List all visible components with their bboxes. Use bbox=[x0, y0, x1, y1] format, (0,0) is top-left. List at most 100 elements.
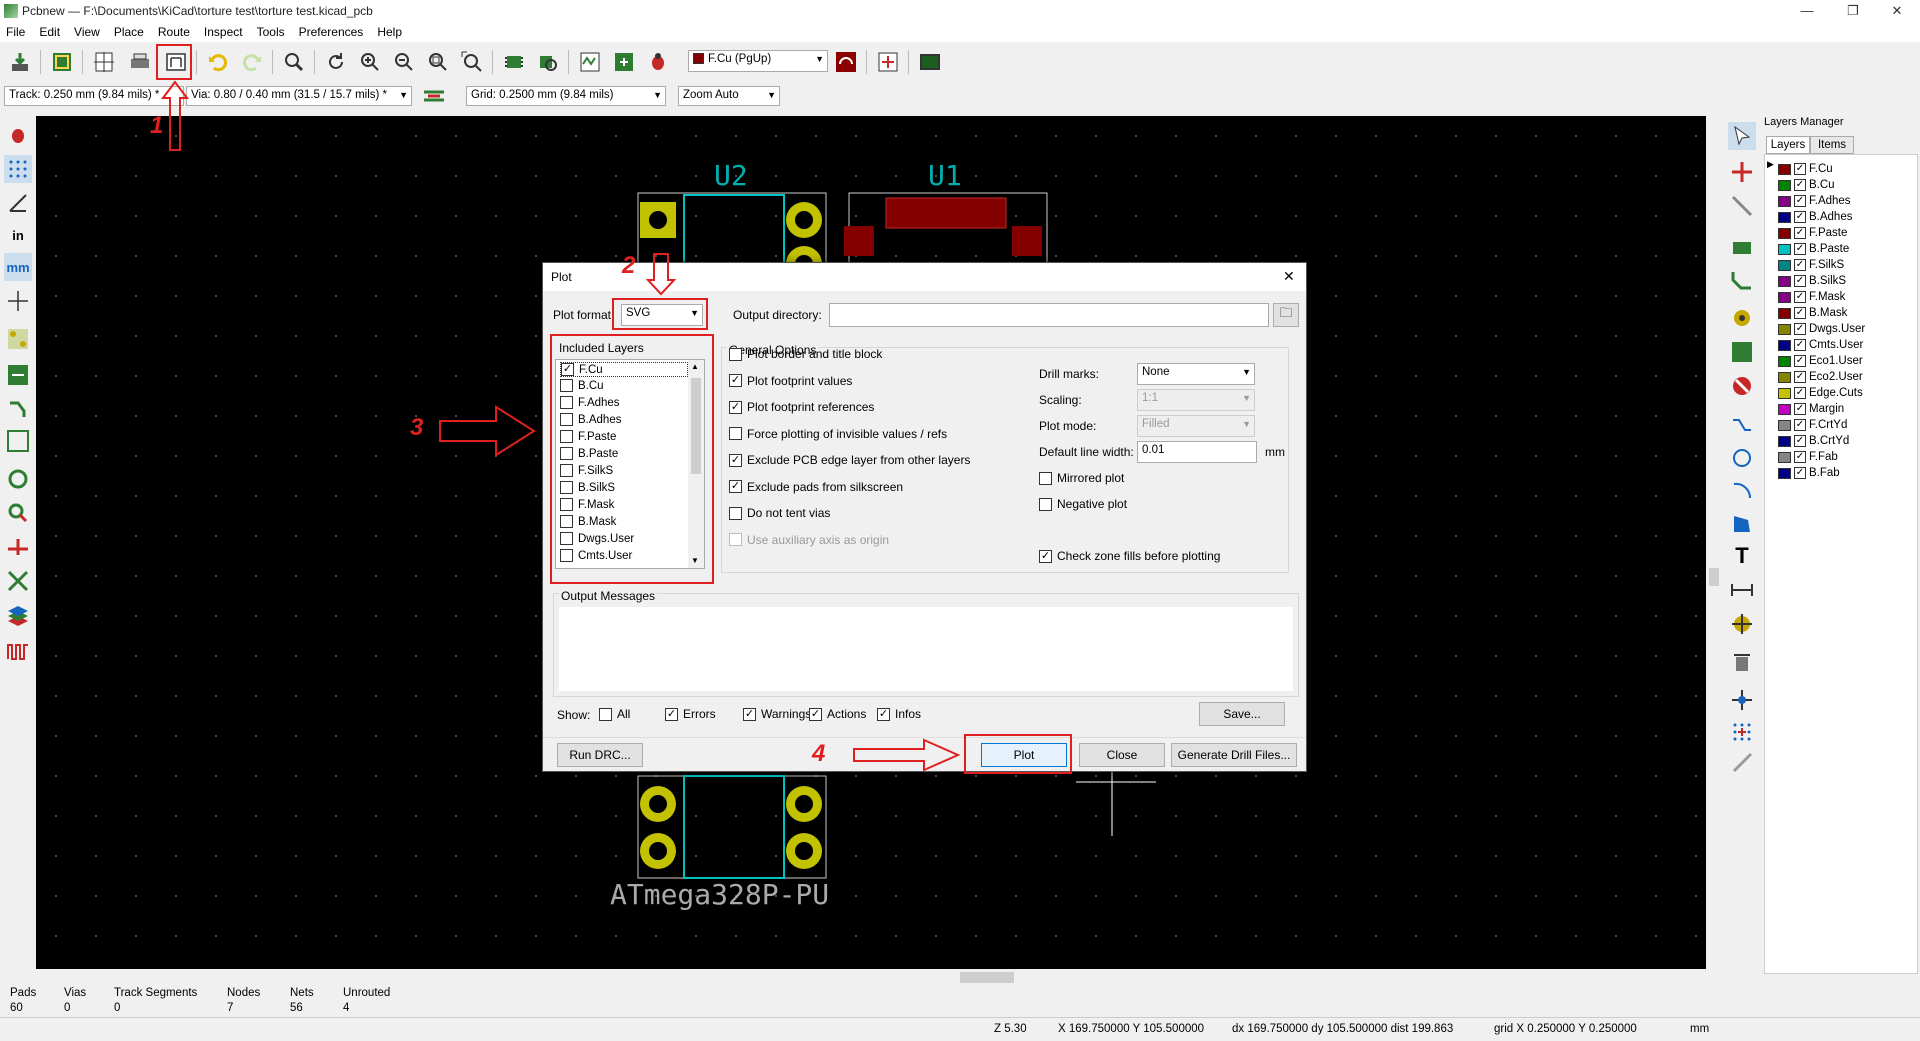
menu-help[interactable]: Help bbox=[377, 25, 402, 39]
layer-row[interactable]: ✓ Dwgs.User bbox=[1778, 321, 1865, 337]
layer-visibility-checkbox[interactable]: ✓ bbox=[1794, 291, 1806, 303]
add-polygon-icon[interactable] bbox=[1728, 510, 1756, 538]
inch-units-icon[interactable]: in bbox=[4, 221, 32, 249]
layer-row[interactable]: ✓ F.Mask bbox=[1778, 289, 1845, 305]
zoom-fit-icon[interactable] bbox=[424, 48, 452, 76]
grid-origin-icon[interactable] bbox=[1728, 718, 1756, 746]
redo-icon[interactable] bbox=[238, 48, 266, 76]
high-contrast-icon[interactable] bbox=[4, 567, 32, 595]
layer-color-swatch[interactable] bbox=[1778, 291, 1791, 303]
footprint-editor-icon[interactable] bbox=[500, 48, 528, 76]
layer-visibility-checkbox[interactable]: ✓ bbox=[1794, 243, 1806, 255]
show-filter-checkbox[interactable]: ✓ Actions bbox=[809, 707, 866, 721]
zone-outline-icon[interactable] bbox=[4, 395, 32, 423]
layer-visibility-checkbox[interactable]: ✓ bbox=[1794, 227, 1806, 239]
route-track-icon[interactable] bbox=[1728, 266, 1756, 294]
layer-color-swatch[interactable] bbox=[1778, 371, 1791, 383]
mm-units-icon[interactable]: mm bbox=[4, 253, 32, 281]
maximize-button[interactable]: ❐ bbox=[1830, 0, 1876, 22]
menu-tools[interactable]: Tools bbox=[257, 25, 285, 39]
add-via-icon[interactable] bbox=[1728, 304, 1756, 332]
layer-visibility-checkbox[interactable]: ✓ bbox=[1794, 323, 1806, 335]
footprint-browser-icon[interactable] bbox=[534, 48, 562, 76]
add-line-icon[interactable] bbox=[1728, 410, 1756, 438]
general-option-checkbox[interactable]: ✓ Exclude pads from silkscreen bbox=[729, 480, 903, 494]
layer-row[interactable]: ✓ F.Cu bbox=[1778, 161, 1833, 177]
layer-visibility-checkbox[interactable]: ✓ bbox=[1794, 467, 1806, 479]
add-target-icon[interactable] bbox=[1728, 610, 1756, 638]
auto-track-width-icon[interactable] bbox=[420, 82, 448, 110]
add-circle-icon[interactable] bbox=[1728, 444, 1756, 472]
layer-visibility-checkbox[interactable]: ✓ bbox=[1794, 163, 1806, 175]
ratsnest-icon[interactable] bbox=[4, 325, 32, 353]
layer-row[interactable]: ✓ Cmts.User bbox=[1778, 337, 1863, 353]
tab-layers[interactable]: Layers bbox=[1766, 136, 1810, 154]
undo-icon[interactable] bbox=[204, 48, 232, 76]
menu-route[interactable]: Route bbox=[158, 25, 190, 39]
select-tool-icon[interactable] bbox=[1728, 122, 1756, 150]
layer-color-swatch[interactable] bbox=[1778, 275, 1791, 287]
layer-color-swatch[interactable] bbox=[1778, 451, 1791, 463]
grid-toggle-icon[interactable] bbox=[4, 155, 32, 183]
layer-color-swatch[interactable] bbox=[1778, 467, 1791, 479]
add-arc-icon[interactable] bbox=[1728, 476, 1756, 504]
layer-color-swatch[interactable] bbox=[1778, 419, 1791, 431]
microwave-icon[interactable] bbox=[4, 637, 32, 665]
menu-preferences[interactable]: Preferences bbox=[299, 25, 364, 39]
layer-color-swatch[interactable] bbox=[1778, 259, 1791, 271]
zoom-out-icon[interactable] bbox=[390, 48, 418, 76]
zone-sketch-icon[interactable] bbox=[4, 427, 32, 455]
generate-drill-files-button[interactable]: Generate Drill Files... bbox=[1171, 743, 1297, 767]
add-zone-icon[interactable] bbox=[1728, 338, 1756, 366]
layer-visibility-checkbox[interactable]: ✓ bbox=[1794, 435, 1806, 447]
track-width-select[interactable]: Track: 0.250 mm (9.84 mils) * bbox=[4, 86, 184, 106]
layer-color-swatch[interactable] bbox=[1778, 323, 1791, 335]
layers-manager-toggle-icon[interactable] bbox=[4, 603, 32, 631]
close-button[interactable]: Close bbox=[1079, 743, 1165, 767]
folder-browse-icon[interactable]: 🗀 bbox=[1273, 303, 1299, 327]
tab-items[interactable]: Items bbox=[1810, 136, 1854, 154]
redraw-icon[interactable] bbox=[322, 48, 350, 76]
add-footprint-icon[interactable] bbox=[1728, 234, 1756, 262]
drc-bug-icon[interactable] bbox=[644, 48, 672, 76]
layer-row[interactable]: ✓ F.Paste bbox=[1778, 225, 1847, 241]
zoom-select[interactable]: Zoom Auto ▼ bbox=[678, 86, 780, 106]
check-zone-fills-checkbox[interactable]: ✓ Check zone fills before plotting bbox=[1039, 549, 1220, 563]
layer-row[interactable]: ✓ B.Mask bbox=[1778, 305, 1847, 321]
menu-inspect[interactable]: Inspect bbox=[204, 25, 243, 39]
general-option-checkbox[interactable]: ✓ Plot footprint values bbox=[729, 374, 852, 388]
close-window-button[interactable]: ✕ bbox=[1874, 0, 1920, 22]
delete-icon[interactable] bbox=[1728, 648, 1756, 676]
layer-row[interactable]: ✓ Margin bbox=[1778, 401, 1844, 417]
layer-row[interactable]: ✓ B.Fab bbox=[1778, 465, 1840, 481]
layer-row[interactable]: ✓ B.Adhes bbox=[1778, 209, 1852, 225]
page-settings-icon[interactable] bbox=[90, 48, 118, 76]
show-filter-checkbox[interactable]: All bbox=[599, 707, 630, 721]
minimize-button[interactable]: — bbox=[1784, 0, 1830, 22]
layer-visibility-checkbox[interactable]: ✓ bbox=[1794, 371, 1806, 383]
layer-visibility-checkbox[interactable]: ✓ bbox=[1794, 355, 1806, 367]
layer-color-swatch[interactable] bbox=[1778, 163, 1791, 175]
save-messages-button[interactable]: Save... bbox=[1199, 702, 1285, 726]
layer-color-swatch[interactable] bbox=[1778, 179, 1791, 191]
layer-row[interactable]: ✓ F.Adhes bbox=[1778, 193, 1851, 209]
set-origin-icon[interactable] bbox=[1728, 686, 1756, 714]
layer-color-swatch[interactable] bbox=[1778, 195, 1791, 207]
track-sketch-icon[interactable] bbox=[4, 533, 32, 561]
general-option-checkbox[interactable]: ✓ Exclude PCB edge layer from other layer… bbox=[729, 453, 970, 467]
general-option-checkbox[interactable]: Do not tent vias bbox=[729, 506, 830, 520]
layer-visibility-checkbox[interactable]: ✓ bbox=[1794, 259, 1806, 271]
run-drc-button[interactable]: Run DRC... bbox=[557, 743, 643, 767]
grid-select[interactable]: Grid: 0.2500 mm (9.84 mils) ▼ bbox=[466, 86, 666, 106]
cursor-shape-icon[interactable] bbox=[4, 287, 32, 315]
layer-row[interactable]: ✓ B.Cu bbox=[1778, 177, 1835, 193]
zoom-selection-icon[interactable] bbox=[458, 48, 486, 76]
output-messages-area[interactable] bbox=[559, 607, 1293, 691]
via-size-select[interactable]: Via: 0.80 / 0.40 mm (31.5 / 15.7 mils) *… bbox=[186, 86, 412, 106]
mirrored-plot-checkbox[interactable]: Mirrored plot bbox=[1039, 471, 1124, 485]
drc-markers-icon[interactable] bbox=[4, 121, 32, 149]
zone-fill-icon[interactable] bbox=[4, 361, 32, 389]
dialog-close-icon[interactable]: ✕ bbox=[1283, 268, 1295, 285]
netlist-icon[interactable] bbox=[576, 48, 604, 76]
menu-edit[interactable]: Edit bbox=[39, 25, 60, 39]
